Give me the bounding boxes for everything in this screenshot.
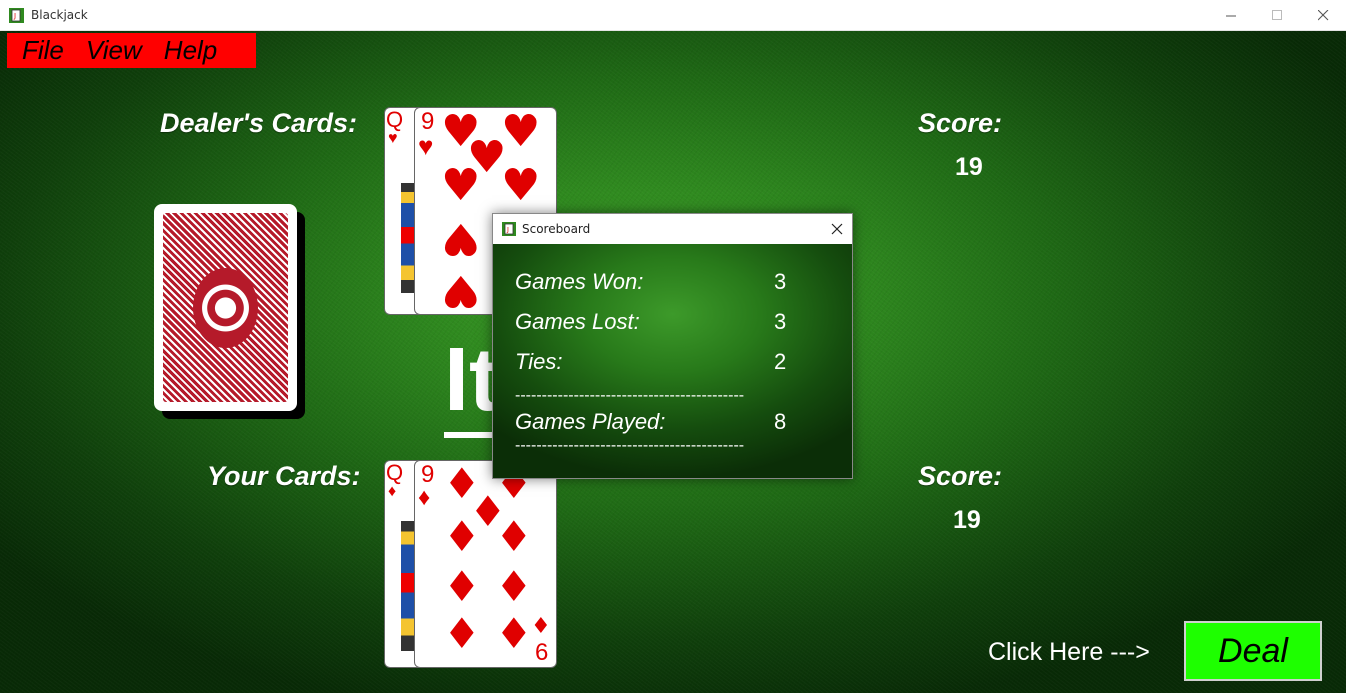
maximize-button[interactable] — [1254, 0, 1300, 30]
scoreboard-titlebar[interactable]: J Scoreboard — [493, 214, 852, 244]
ties-value: 2 — [774, 349, 787, 374]
minimize-icon — [1225, 15, 1236, 16]
card-back-pattern — [163, 213, 288, 402]
deal-button-label: Deal — [1218, 631, 1288, 670]
games-lost-label: Games Lost: — [515, 309, 640, 334]
scoreboard-dialog: J Scoreboard Games Won: 3 Games Lost: 3 … — [492, 213, 853, 479]
player-score-value: 19 — [953, 506, 981, 534]
deck-card-back[interactable] — [154, 204, 297, 411]
menu-view[interactable]: View — [86, 35, 142, 66]
heart-icon: ♥ — [441, 160, 481, 211]
player-score-label: Score: — [918, 461, 1003, 491]
close-window-button[interactable] — [1300, 0, 1346, 30]
close-icon — [831, 223, 843, 235]
heart-icon: ♥ — [441, 265, 481, 315]
player-card-1-rank: Q — [386, 460, 404, 485]
games-played-label: Games Played: — [515, 409, 666, 434]
menu-file[interactable]: File — [22, 35, 64, 66]
svg-text:J: J — [13, 12, 16, 20]
heart-icon: ♥ — [501, 107, 541, 157]
dealer-score-label: Score: — [918, 108, 1003, 138]
scoreboard-title: Scoreboard — [522, 222, 591, 236]
svg-text:J: J — [506, 226, 509, 234]
app-icon: J — [9, 8, 24, 23]
scoreboard-divider-bottom: ----------------------------------------… — [515, 437, 745, 454]
diamond-icon: ♦ — [443, 512, 481, 561]
player-card-2-suit: ♦ — [418, 484, 431, 511]
app-icon: J — [502, 222, 516, 236]
games-lost-value: 3 — [774, 309, 787, 334]
games-won-label: Games Won: — [515, 269, 644, 294]
heart-icon: ♥ — [441, 213, 481, 264]
your-cards-label: Your Cards: — [207, 461, 361, 491]
diamond-icon: ♦ — [495, 562, 533, 611]
scoreboard-close-button[interactable] — [822, 214, 852, 244]
close-icon — [1317, 9, 1328, 20]
menu-help[interactable]: Help — [164, 35, 217, 66]
queen-face-art — [401, 183, 415, 293]
window-titlebar: J Blackjack — [0, 0, 1346, 31]
click-here-hint: Click Here ---> — [988, 638, 1150, 666]
player-card-2: 9 ♦ ♦ ♦ ♦ ♦ ♦ ♦ ♦ ♦ ♦ ♦ 6 — [414, 460, 557, 668]
heart-icon: ♥ — [501, 160, 541, 211]
window-title: Blackjack — [31, 8, 88, 22]
result-text: It — [444, 330, 499, 430]
dealer-card-1-rank: Q — [386, 107, 404, 132]
dealer-card-2-suit: ♥ — [418, 131, 434, 161]
diamond-icon: ♦ — [495, 512, 533, 561]
diamond-icon: ♦ — [443, 562, 481, 611]
games-played-value: 8 — [774, 409, 787, 434]
dealer-cards-label: Dealer's Cards: — [160, 108, 358, 138]
deal-button[interactable]: Deal — [1184, 621, 1322, 681]
player-card-2-bottom-rank: 6 — [535, 639, 549, 666]
ties-label: Ties: — [515, 349, 563, 374]
player-card-1-suit: ♦ — [388, 483, 397, 500]
diamond-icon: ♦ — [495, 609, 533, 658]
maximize-icon — [1271, 9, 1282, 20]
dealer-card-1-suit: ♥ — [388, 130, 398, 147]
menu-bar: File View Help — [7, 33, 256, 68]
scoreboard-divider: ----------------------------------------… — [515, 387, 745, 404]
scoreboard-body: Games Won: 3 Games Lost: 3 Ties: 2 -----… — [493, 244, 852, 478]
dealer-score-value: 19 — [955, 153, 983, 181]
minimize-button[interactable] — [1208, 0, 1254, 30]
queen-face-art — [401, 521, 415, 651]
diamond-icon: ♦ — [531, 614, 551, 639]
games-won-value: 3 — [774, 269, 787, 294]
diamond-icon: ♦ — [443, 609, 481, 658]
